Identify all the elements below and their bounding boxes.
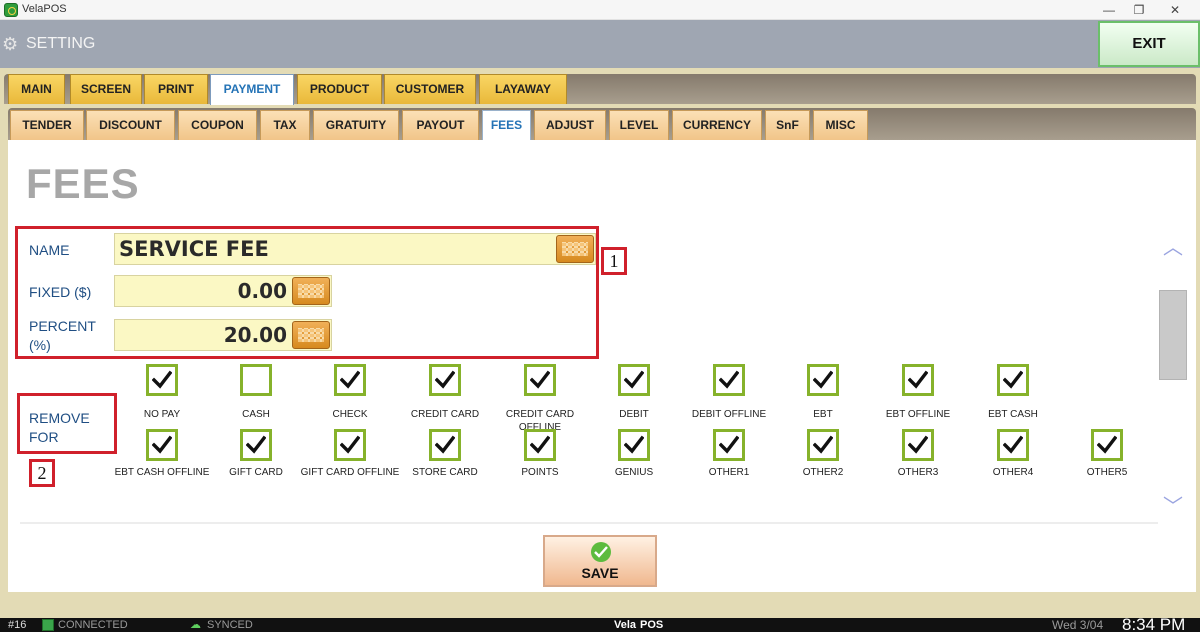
checkbox-label-debit: DEBIT	[619, 409, 649, 420]
settings-header	[0, 20, 1200, 68]
restore-button[interactable]: ❐	[1124, 1, 1154, 19]
annotation-box-1	[15, 226, 599, 359]
subtab-level[interactable]: LEVEL	[609, 110, 669, 140]
annotation-box-2	[17, 393, 117, 454]
subtab-adjust[interactable]: ADJUST	[534, 110, 606, 140]
cloud-icon: ☁	[190, 619, 201, 631]
checkbox-label-genius: GENIUS	[614, 467, 654, 478]
checkbox-label-other2: OTHER2	[802, 467, 844, 478]
checkbox-label-ebt-offline: EBT OFFLINE	[885, 409, 951, 420]
subtab-tax[interactable]: TAX	[260, 110, 310, 140]
checkbox-label-ebt: EBT	[813, 409, 833, 420]
subtab-tender[interactable]: TENDER	[10, 110, 84, 140]
tab-print[interactable]: PRINT	[144, 74, 208, 104]
checkbox-label-other3: OTHER3	[897, 467, 939, 478]
checkbox-label-credit-card: CREDIT CARD	[410, 409, 480, 420]
checkbox-no-pay[interactable]	[146, 364, 178, 396]
checkbox-ebt[interactable]	[807, 364, 839, 396]
subtab-coupon[interactable]: COUPON	[178, 110, 257, 140]
checkbox-gift-card-offline[interactable]	[334, 429, 366, 461]
subtab-misc[interactable]: MISC	[813, 110, 868, 140]
checkbox-credit-card-offline[interactable]	[524, 364, 556, 396]
save-label: SAVE	[581, 565, 619, 581]
minimize-button[interactable]: —	[1094, 1, 1124, 19]
checkbox-other3[interactable]	[902, 429, 934, 461]
checkbox-gift-card[interactable]	[240, 429, 272, 461]
checkbox-check[interactable]	[334, 364, 366, 396]
scrollbar-thumb[interactable]	[1159, 290, 1187, 380]
checkbox-ebt-cash-offline[interactable]	[146, 429, 178, 461]
checkbox-debit[interactable]	[618, 364, 650, 396]
page-header-title: SETTING	[26, 35, 96, 52]
checkbox-label-gift-card-offline: GIFT CARD OFFLINE	[300, 467, 400, 478]
subtab-currency[interactable]: CURRENCY	[672, 110, 762, 140]
status-bar: #16 CONNECTED ☁ SYNCED Vela POS Wed 3/04…	[0, 615, 1200, 632]
subtab-snf[interactable]: SnF	[765, 110, 810, 140]
brand-name-1: Vela	[614, 619, 637, 631]
connected-icon	[42, 619, 54, 631]
checkbox-credit-card[interactable]	[429, 364, 461, 396]
checkbox-genius[interactable]	[618, 429, 650, 461]
gear-icon: ⚙	[2, 34, 19, 54]
status-date: Wed 3/04	[1052, 618, 1104, 632]
checkbox-ebt-cash[interactable]	[997, 364, 1029, 396]
subtab-discount[interactable]: DISCOUNT	[86, 110, 175, 140]
checkbox-other2[interactable]	[807, 429, 839, 461]
checkmark-circle-icon	[591, 542, 611, 562]
checkbox-cash[interactable]	[240, 364, 272, 396]
checkbox-other1[interactable]	[713, 429, 745, 461]
tab-customer[interactable]: CUSTOMER	[384, 74, 476, 104]
tab-payment[interactable]: PAYMENT	[210, 74, 294, 105]
subtab-gratuity[interactable]: GRATUITY	[313, 110, 399, 140]
checkbox-debit-offline[interactable]	[713, 364, 745, 396]
scroll-down-icon[interactable]: ﹀	[1162, 497, 1184, 517]
connection-status: CONNECTED	[58, 619, 128, 631]
tab-product[interactable]: PRODUCT	[297, 74, 382, 104]
tab-screen[interactable]: SCREEN	[70, 74, 142, 104]
sync-status: SYNCED	[207, 619, 253, 631]
checkbox-label-ebt-cash: EBT CASH	[988, 409, 1038, 420]
checkbox-store-card[interactable]	[429, 429, 461, 461]
scroll-up-icon[interactable]: ︿	[1162, 238, 1184, 258]
checkbox-label-check: CHECK	[332, 409, 368, 420]
annotation-number-2: 2	[29, 459, 55, 487]
close-button[interactable]: ✕	[1160, 1, 1190, 19]
exit-button[interactable]: EXIT	[1098, 21, 1200, 67]
checkbox-other4[interactable]	[997, 429, 1029, 461]
subtab-fees[interactable]: FEES	[482, 110, 531, 141]
checkbox-label-other5: OTHER5	[1086, 467, 1128, 478]
checkbox-points[interactable]	[524, 429, 556, 461]
subtab-payout[interactable]: PAYOUT	[402, 110, 479, 140]
checkbox-ebt-offline[interactable]	[902, 364, 934, 396]
brand-name-2: POS	[640, 619, 664, 631]
window-title: VelaPOS	[22, 3, 67, 15]
tab-layaway[interactable]: LAYAWAY	[479, 74, 567, 104]
tab-main[interactable]: MAIN	[8, 74, 65, 104]
window-titlebar: VelaPOS — ❐ ✕	[0, 0, 1200, 20]
station-number: #16	[8, 619, 27, 631]
checkbox-label-store-card: STORE CARD	[412, 467, 478, 478]
page-title: FEES	[26, 160, 140, 207]
divider	[20, 522, 1158, 524]
checkbox-other5[interactable]	[1091, 429, 1123, 461]
save-button[interactable]: SAVE	[543, 535, 657, 587]
status-time: 8:34 PM	[1122, 615, 1186, 632]
app-logo-icon	[4, 3, 18, 17]
annotation-number-1: 1	[601, 247, 627, 275]
